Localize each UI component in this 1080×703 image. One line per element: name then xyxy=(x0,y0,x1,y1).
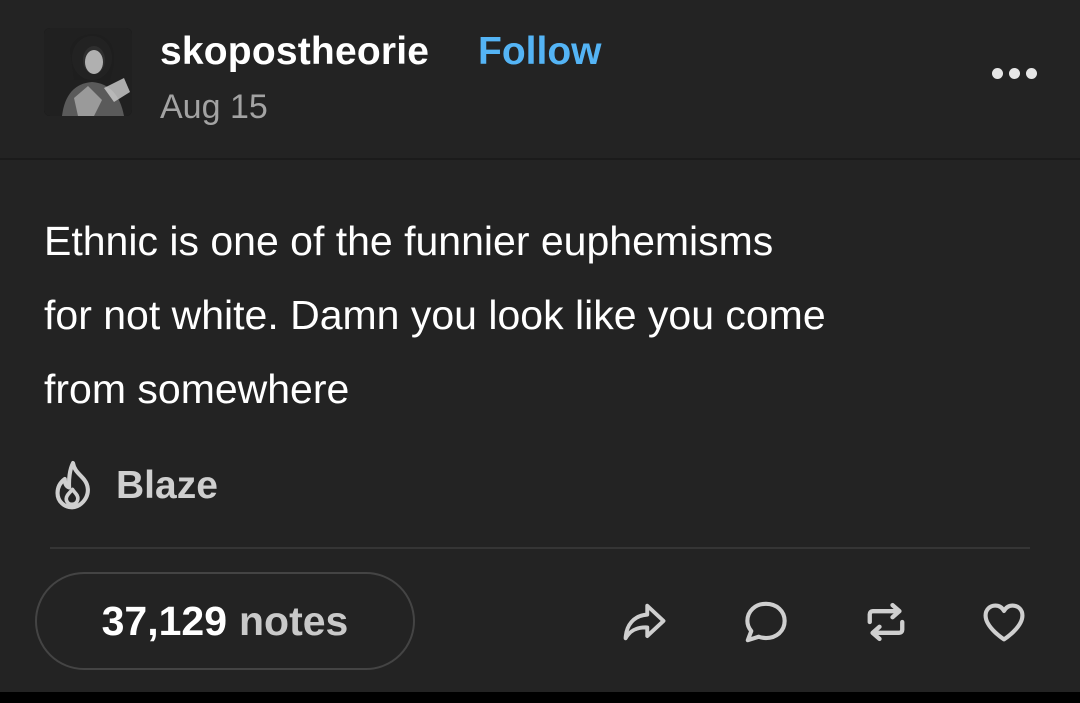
like-icon xyxy=(983,603,1025,642)
avatar-image xyxy=(44,28,132,116)
reblog-button[interactable] xyxy=(860,596,912,648)
reblog-icon xyxy=(867,602,905,642)
post-body-line: Ethnic is one of the funnier euphemisms xyxy=(44,218,774,264)
comment-icon xyxy=(745,601,787,643)
share-icon xyxy=(623,603,666,641)
more-options-button[interactable] xyxy=(984,58,1044,88)
post-header: skopostheorie Follow Aug 15 xyxy=(0,0,1080,160)
notes-button[interactable]: 37,129 notes xyxy=(35,572,415,670)
ellipsis-icon xyxy=(991,67,1003,79)
share-button[interactable] xyxy=(618,596,670,648)
ellipsis-icon xyxy=(1008,67,1020,79)
username[interactable]: skopostheorie xyxy=(160,30,429,74)
post-body-line: for not white. Damn you look like you co… xyxy=(44,292,826,338)
post-body-line: from somewhere xyxy=(44,366,350,412)
ellipsis-icon xyxy=(1025,67,1037,79)
divider xyxy=(50,547,1030,549)
avatar[interactable] xyxy=(44,28,132,116)
post-body: Ethnic is one of the funnier euphemisms … xyxy=(44,204,1034,426)
notes-label: notes xyxy=(239,597,349,644)
comment-button[interactable] xyxy=(740,596,792,648)
follow-button[interactable]: Follow xyxy=(478,30,601,74)
notes-count: 37,129 xyxy=(101,597,228,644)
bottom-bar xyxy=(0,692,1080,703)
flame-icon xyxy=(55,460,90,510)
blaze-button[interactable]: Blaze xyxy=(44,452,218,520)
like-button[interactable] xyxy=(978,596,1030,648)
post-card: skopostheorie Follow Aug 15 Ethnic is on… xyxy=(0,0,1080,692)
post-date[interactable]: Aug 15 xyxy=(160,88,268,127)
blaze-label: Blaze xyxy=(116,464,218,507)
